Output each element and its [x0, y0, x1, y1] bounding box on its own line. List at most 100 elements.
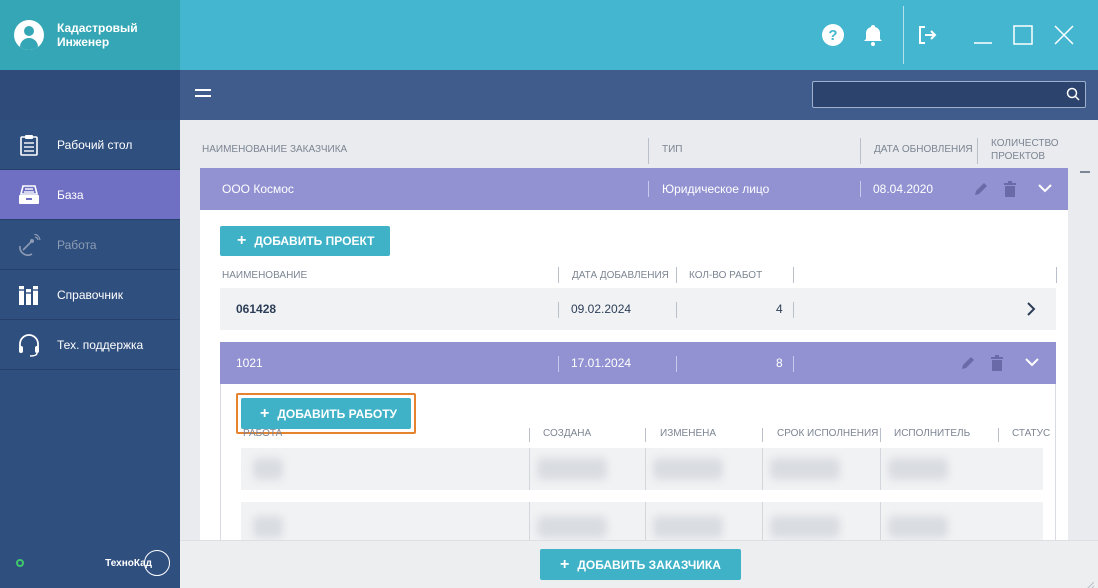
sidebar-footer: ТехноКад [0, 538, 180, 588]
column-divider [648, 138, 649, 164]
redacted-cell [537, 458, 607, 480]
sidebar-item-reference[interactable]: Справочник [0, 270, 180, 320]
close-icon[interactable] [1051, 22, 1077, 48]
svg-text:?: ? [828, 27, 837, 44]
sidebar-item-work[interactable]: Работа [0, 220, 180, 270]
column-divider [880, 428, 881, 442]
brand-logo: ТехноКад [105, 550, 170, 576]
column-divider [860, 181, 861, 197]
project-date: 09.02.2024 [571, 302, 632, 316]
column-divider [645, 428, 646, 442]
add-project-button[interactable]: + ДОБАВИТЬ ПРОЕКТ [220, 226, 390, 256]
redacted-cell [253, 458, 283, 480]
column-header-deadline[interactable]: СРОК ИСПОЛНЕНИЯ [777, 428, 878, 439]
column-divider [762, 448, 763, 490]
column-divider [880, 502, 881, 540]
column-divider [793, 302, 794, 318]
edit-icon[interactable] [973, 181, 989, 200]
project-work-count: 8 [776, 356, 783, 370]
project-row[interactable]: 061428 09.02.2024 4 [220, 288, 1056, 330]
search-input[interactable] [812, 81, 1086, 108]
column-divider [645, 502, 646, 540]
column-divider [529, 502, 530, 540]
resize-grip-icon[interactable] [1086, 577, 1095, 588]
secondary-toolbar [180, 70, 1098, 120]
minimize-icon[interactable] [970, 22, 996, 48]
column-divider [676, 302, 677, 318]
sidebar-item-label: Справочник [57, 287, 123, 302]
search-icon[interactable] [1066, 87, 1080, 101]
add-project-label: ДОБАВИТЬ ПРОЕКТ [254, 234, 375, 248]
column-divider [558, 267, 559, 283]
user-panel[interactable]: Кадастровый Инженер [0, 0, 180, 70]
redacted-cell [770, 458, 840, 480]
top-bar: ? [180, 0, 1098, 70]
works-panel: + ДОБАВИТЬ РАБОТУ РАБОТА СОЗДАНА ИЗМЕНЕН… [220, 384, 1056, 540]
topbar-divider [903, 6, 904, 64]
plus-icon: + [560, 555, 570, 573]
column-divider [1056, 267, 1057, 283]
column-header-modified[interactable]: ИЗМЕНЕНА [660, 428, 716, 439]
edit-icon[interactable] [960, 355, 976, 374]
notification-bell-icon[interactable] [860, 22, 886, 48]
column-divider [529, 428, 530, 442]
sidebar-item-label: Рабочий стол [57, 137, 133, 152]
column-divider [793, 267, 794, 283]
column-divider [676, 267, 677, 283]
delete-icon[interactable] [1003, 181, 1017, 200]
column-divider [977, 138, 978, 164]
column-header-work-count[interactable]: КОЛ-ВО РАБОТ [689, 270, 762, 281]
chevron-up-icon[interactable] [1038, 182, 1052, 196]
column-divider [558, 356, 559, 372]
redacted-cell [653, 516, 723, 538]
column-divider [676, 356, 677, 372]
bottom-bar: + ДОБАВИТЬ ЗАКАЗЧИКА [180, 540, 1098, 588]
customer-name: ООО Космос [222, 182, 294, 196]
customer-type: Юридическое лицо [662, 182, 770, 196]
customer-details: + ДОБАВИТЬ ПРОЕКТ НАИМЕНОВАНИЕ ДАТА ДОБА… [200, 210, 1068, 540]
maximize-icon[interactable] [1010, 22, 1036, 48]
redacted-cell [537, 516, 607, 538]
column-header-status[interactable]: СТАТУС [1012, 428, 1050, 439]
scrollbar-thumb[interactable] [1080, 171, 1090, 173]
sidebar: Кадастровый Инженер Рабочий стол База Ра… [0, 0, 180, 588]
customer-updated-date: 08.04.2020 [873, 182, 934, 196]
work-row[interactable] [241, 448, 1043, 490]
menu-toggle-icon[interactable] [195, 89, 211, 101]
work-row[interactable] [241, 502, 1043, 540]
chevron-up-icon[interactable] [1025, 356, 1039, 370]
redacted-cell [653, 458, 723, 480]
column-divider [793, 356, 794, 372]
redacted-cell [888, 458, 948, 480]
sidebar-nav: Рабочий стол База Работа Справочник Тех.… [0, 120, 180, 370]
add-customer-button[interactable]: + ДОБАВИТЬ ЗАКАЗЧИКА [540, 549, 741, 580]
sidebar-item-base[interactable]: База [0, 170, 180, 220]
sidebar-item-label: Работа [57, 237, 97, 252]
user-name: Кадастровый Инженер [57, 21, 138, 49]
redacted-cell [770, 516, 840, 538]
project-date: 17.01.2024 [571, 356, 632, 370]
column-header-created[interactable]: СОЗДАНА [543, 428, 591, 439]
redacted-cell [253, 516, 283, 538]
sidebar-item-support[interactable]: Тех. поддержка [0, 320, 180, 370]
help-icon[interactable]: ? [820, 22, 846, 48]
chevron-right-icon[interactable] [1026, 302, 1036, 319]
brand-ring-icon [144, 550, 170, 576]
column-header-project-name[interactable]: НАИМЕНОВАНИЕ [222, 270, 307, 281]
column-header-work[interactable]: РАБОТА [243, 428, 282, 439]
column-header-executor[interactable]: ИСПОЛНИТЕЛЬ [894, 428, 970, 439]
project-row-expanded[interactable]: 1021 17.01.2024 8 [220, 342, 1056, 384]
customer-row[interactable]: ООО Космос Юридическое лицо 08.04.2020 [200, 168, 1068, 210]
project-name: 1021 [236, 356, 263, 370]
logout-icon[interactable] [914, 22, 940, 48]
add-customer-label: ДОБАВИТЬ ЗАКАЗЧИКА [577, 557, 721, 572]
column-divider [860, 138, 861, 164]
sidebar-item-desktop[interactable]: Рабочий стол [0, 120, 180, 170]
headset-icon [16, 332, 42, 358]
column-header-added-date[interactable]: ДАТА ДОБАВЛЕНИЯ [572, 270, 669, 281]
column-divider [529, 448, 530, 490]
sidebar-item-label: База [57, 187, 84, 202]
delete-icon[interactable] [990, 355, 1004, 374]
database-icon [16, 182, 42, 208]
column-divider [880, 448, 881, 490]
